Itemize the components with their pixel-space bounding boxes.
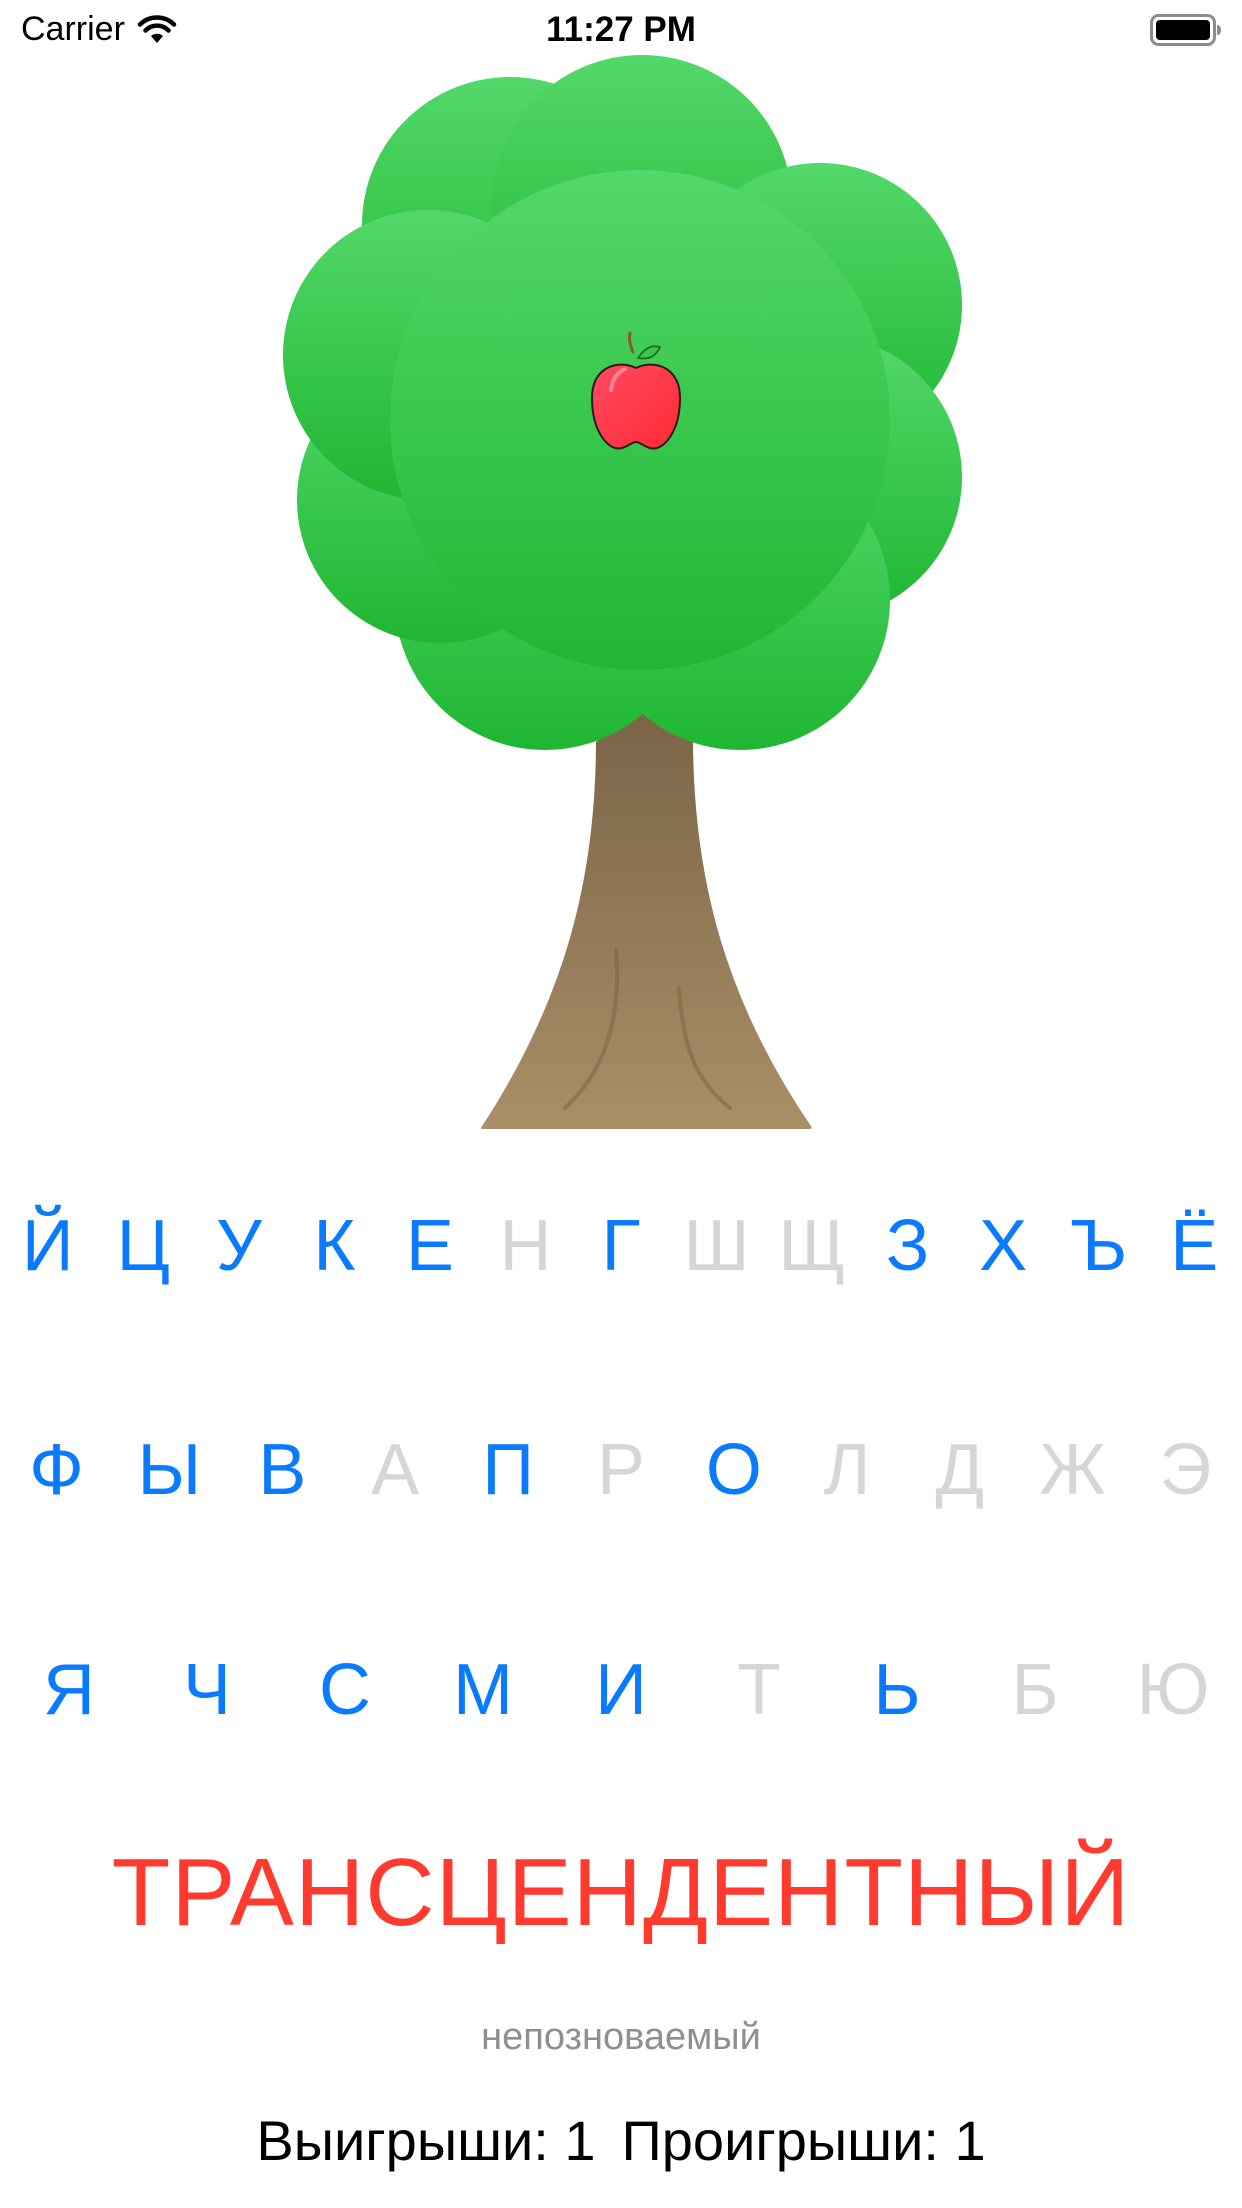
letter-key: Т — [690, 1640, 828, 1740]
letter-key: Р — [565, 1420, 678, 1520]
letter-key[interactable]: Я — [0, 1640, 138, 1740]
letter-key[interactable]: С — [276, 1640, 414, 1740]
letter-key[interactable]: Ц — [96, 1196, 192, 1296]
letter-key[interactable]: Ё — [1146, 1196, 1242, 1296]
letter-key: Б — [966, 1640, 1104, 1740]
letter-key[interactable]: З — [860, 1196, 956, 1296]
letter-key: Ш — [669, 1196, 765, 1296]
letter-key: Д — [903, 1420, 1016, 1520]
letter-key[interactable]: Е — [382, 1196, 478, 1296]
letter-key[interactable]: Ъ — [1051, 1196, 1147, 1296]
letter-key[interactable]: Ф — [0, 1420, 113, 1520]
letter-key[interactable]: В — [226, 1420, 339, 1520]
letter-key: А — [339, 1420, 452, 1520]
letter-key[interactable]: Ч — [138, 1640, 276, 1740]
keyboard-row-3: ЯЧСМИТЬБЮ — [0, 1640, 1242, 1740]
letter-key: Ж — [1016, 1420, 1129, 1520]
letter-key[interactable]: Ь — [828, 1640, 966, 1740]
letter-key[interactable]: У — [191, 1196, 287, 1296]
letter-key[interactable]: Х — [955, 1196, 1051, 1296]
score-label: Выигрыши: 1 Проигрыши: 1 — [0, 2108, 1242, 2173]
letter-key: Л — [790, 1420, 903, 1520]
letter-key[interactable]: И — [552, 1640, 690, 1740]
letter-key: Щ — [764, 1196, 860, 1296]
keyboard-row-2: ФЫВАПРОЛДЖЭ — [0, 1420, 1242, 1520]
letter-key: Н — [478, 1196, 574, 1296]
letter-key[interactable]: М — [414, 1640, 552, 1740]
guessed-word: непозноваемый — [481, 2016, 761, 2058]
letter-key[interactable]: Г — [573, 1196, 669, 1296]
hangman-tree — [283, 55, 962, 1137]
wins-count: Выигрыши: 1 — [256, 2109, 596, 2172]
losses-count: Проигрыши: 1 — [621, 2109, 986, 2172]
letter-key[interactable]: П — [452, 1420, 565, 1520]
letter-key: Ю — [1104, 1640, 1242, 1740]
letter-key[interactable]: Ы — [113, 1420, 226, 1520]
letter-key[interactable]: К — [287, 1196, 383, 1296]
letter-key[interactable]: О — [677, 1420, 790, 1520]
answer-word: ТРАНСЦЕНДЕНТНЫЙ — [111, 1839, 1131, 1946]
keyboard-row-1: ЙЦУКЕНГШЩЗХЪЁ — [0, 1196, 1242, 1296]
letter-key[interactable]: Й — [0, 1196, 96, 1296]
tree-trunk — [472, 703, 820, 1137]
letter-key: Э — [1129, 1420, 1242, 1520]
